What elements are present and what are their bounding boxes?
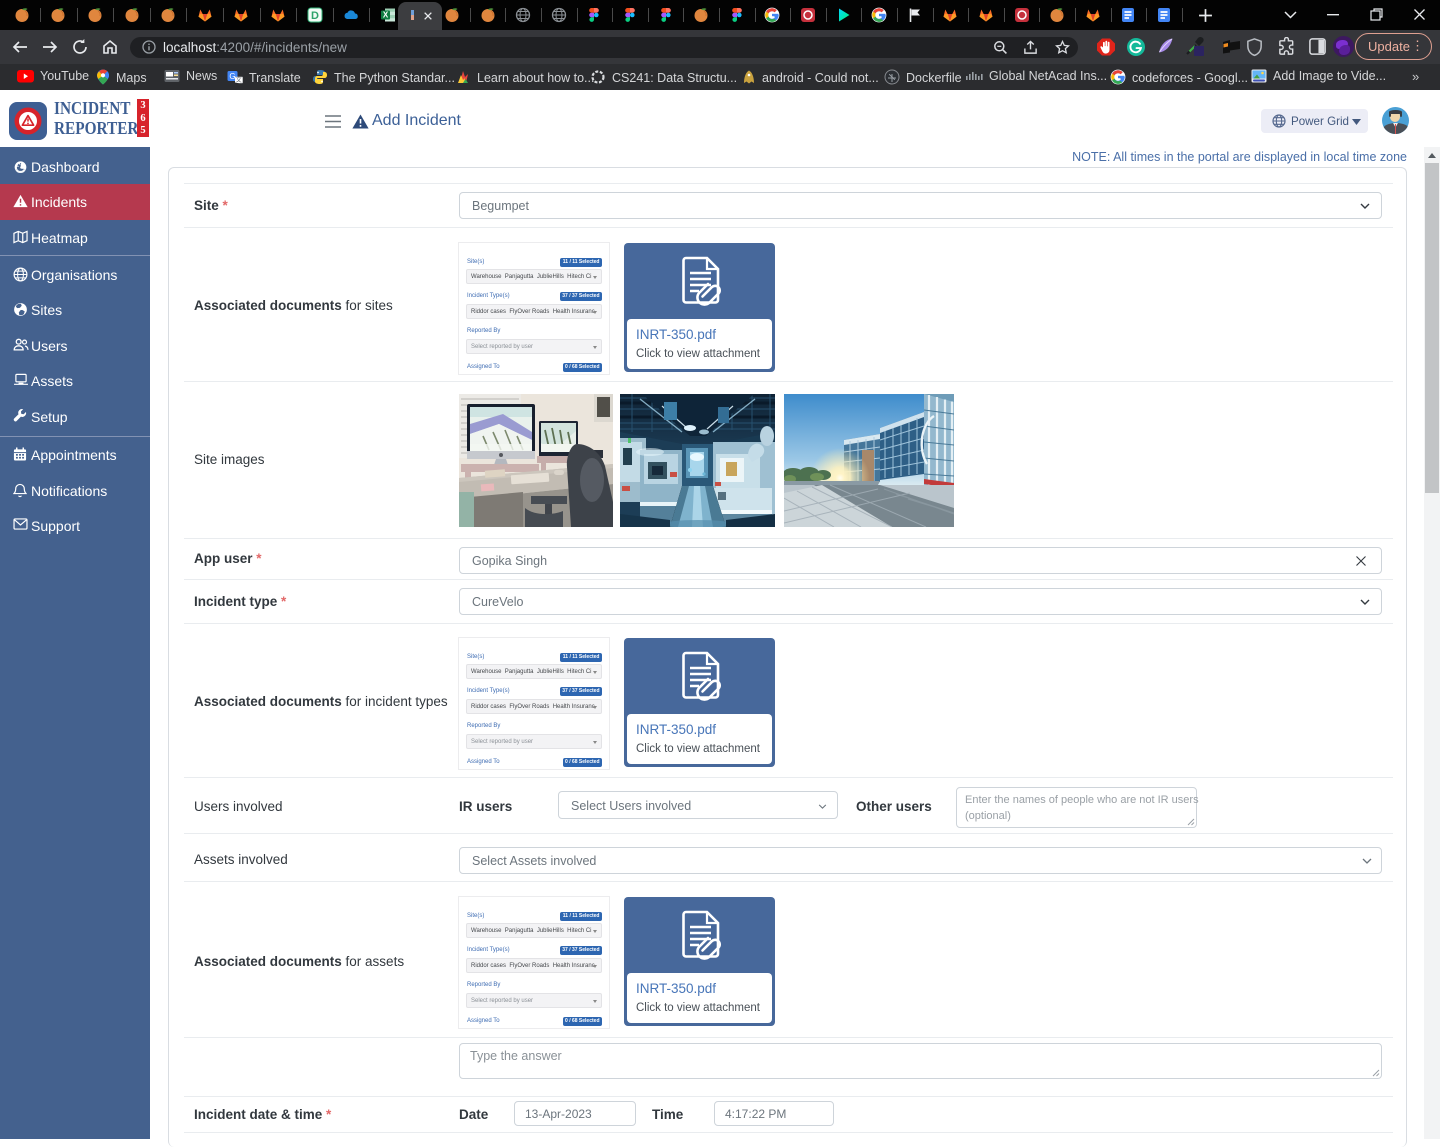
svg-text:文: 文 [236,76,242,84]
svg-text:G: G [229,72,235,81]
svg-text:X: X [383,11,389,20]
svg-text:D: D [311,10,319,22]
